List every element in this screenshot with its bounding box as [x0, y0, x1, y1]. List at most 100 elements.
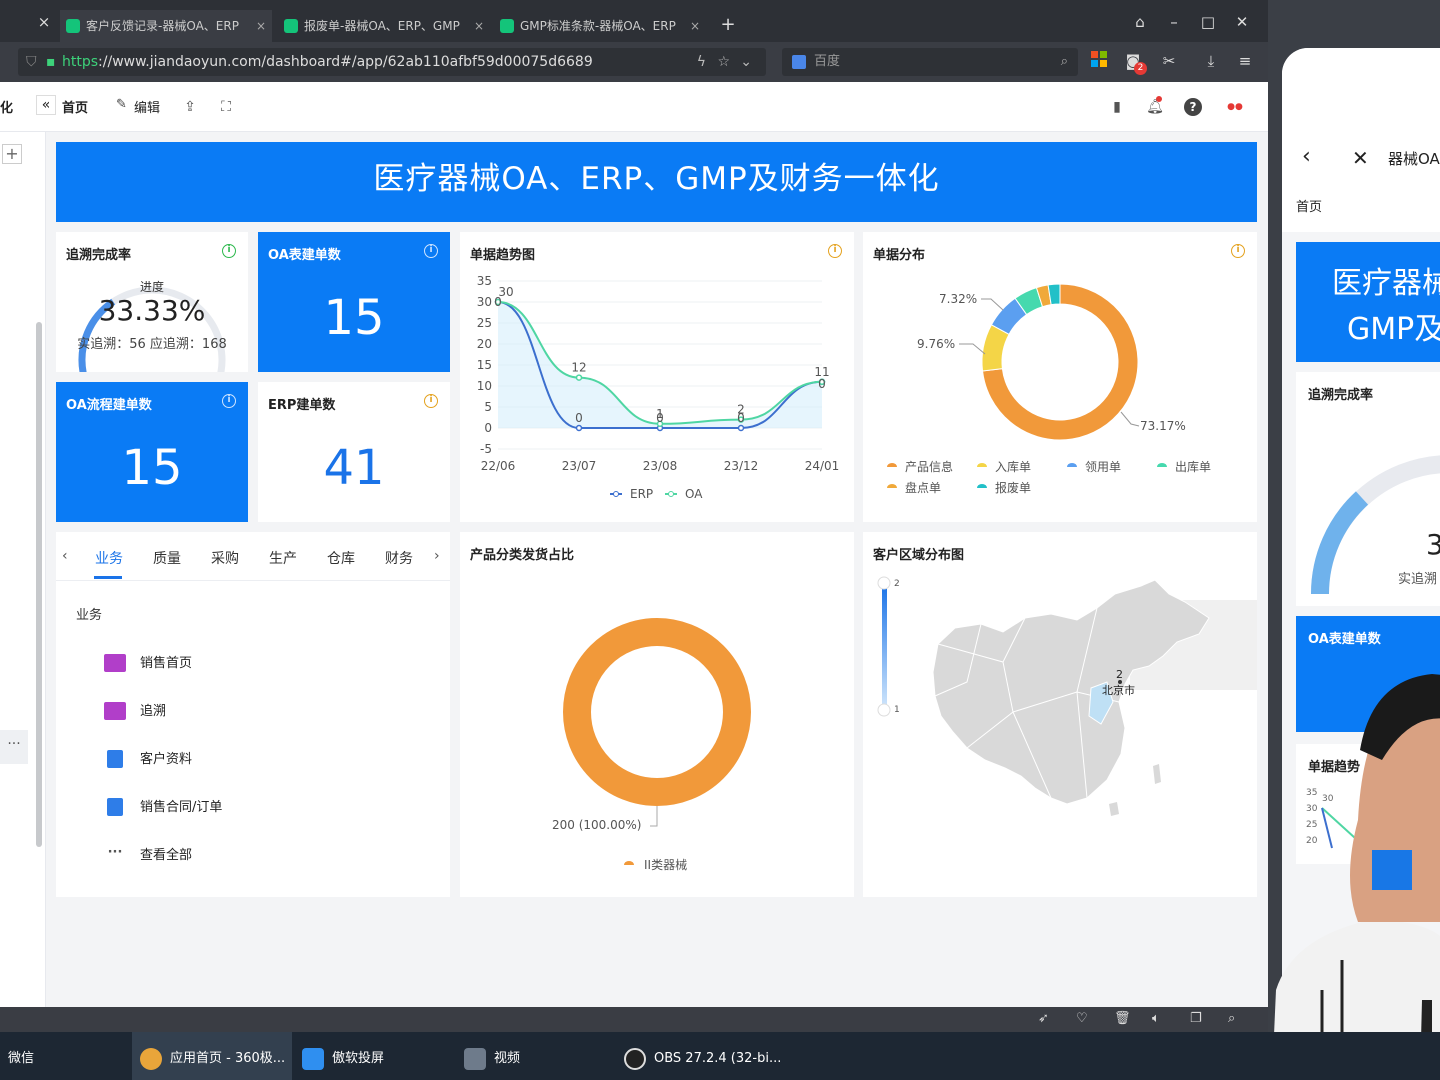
- lightning-icon[interactable]: ϟ: [697, 48, 706, 76]
- bell-icon[interactable]: 🔔︎: [1146, 96, 1164, 116]
- window-icon[interactable]: ❐: [1190, 1011, 1202, 1026]
- legend-label: 入库单: [995, 459, 1031, 474]
- distribution-chart-card[interactable]: 单据分布 i 73.17% 9.76% 7.32% 产品信息 入库单 领用单 出库单 盘点单报…: [863, 232, 1257, 522]
- x-tick-label: 24/01: [805, 459, 840, 473]
- nav-edit[interactable]: 编辑: [134, 97, 160, 116]
- chevron-left-icon[interactable]: ‹: [62, 548, 68, 564]
- info-icon[interactable]: i: [424, 244, 438, 258]
- star-icon[interactable]: ☆: [717, 48, 730, 76]
- tab-purchase[interactable]: 采购: [211, 548, 239, 568]
- browser-tab-1[interactable]: 客户反馈记录-器械OA、ERP ×: [60, 10, 272, 42]
- apps-grid: [1091, 51, 1107, 67]
- tab-warehouse[interactable]: 仓库: [327, 548, 355, 568]
- trend-line-chart[interactable]: 35 30 25 20 15 10 5 0 -5 22/06 23/07 23/08 23/12 24/0…: [460, 232, 854, 522]
- close-icon[interactable]: ✕: [1352, 146, 1369, 170]
- scale-handle-top[interactable]: [877, 576, 891, 590]
- help-icon[interactable]: ?: [1184, 98, 1202, 116]
- gauge-label: 进度: [139, 280, 164, 294]
- close-tab-icon[interactable]: ×: [34, 12, 54, 32]
- maximize-icon[interactable]: □: [1198, 12, 1218, 32]
- more-icon[interactable]: ···: [0, 730, 28, 764]
- label-leader: [650, 806, 658, 827]
- tab-finance[interactable]: 财务: [385, 548, 413, 568]
- user-avatar-icon[interactable]: ●●: [1222, 98, 1248, 116]
- apps-icon[interactable]: [1088, 50, 1110, 72]
- shirt-icon[interactable]: ⌂: [1130, 12, 1150, 32]
- taskbar-video[interactable]: 视频: [456, 1032, 616, 1080]
- visual-map-scale[interactable]: [882, 584, 887, 708]
- share-icon[interactable]: ⇪: [181, 98, 199, 116]
- tab-quality[interactable]: 质量: [153, 548, 181, 568]
- search-box[interactable]: 百度 ⌕: [782, 48, 1078, 76]
- tab-production[interactable]: 生产: [269, 548, 297, 568]
- china-mainland-shape[interactable]: [932, 579, 1210, 805]
- chevron-right-icon[interactable]: ›: [434, 548, 440, 564]
- region-map-card[interactable]: 客户区域分布图 2 1 2 北京市: [863, 532, 1257, 897]
- data-label: 0: [656, 411, 664, 425]
- add-button[interactable]: +: [2, 144, 22, 164]
- mirror-app-icon: [302, 1048, 324, 1070]
- list-item-view-all[interactable]: ··· 查看全部: [104, 844, 192, 868]
- close-window-icon[interactable]: ✕: [1232, 12, 1252, 32]
- list-item-sales-home[interactable]: 销售首页: [104, 652, 192, 676]
- product-category-card[interactable]: 产品分类发货占比 200 (100.00%) II类器械: [460, 532, 854, 897]
- slice-label: 200 (100.00%): [552, 818, 641, 832]
- taskbar-wechat[interactable]: 微信: [0, 1032, 130, 1080]
- presenter-webcam: [1272, 674, 1440, 1080]
- heart-icon[interactable]: ♡: [1076, 1011, 1088, 1026]
- legend-marker: [624, 861, 634, 865]
- section-label: 业务: [76, 608, 103, 623]
- shield-icon: ⛉: [26, 54, 37, 70]
- trash-icon[interactable]: 🗑︎: [1114, 1011, 1131, 1026]
- extension-icon[interactable]: ◙ 2: [1122, 50, 1147, 75]
- trace-completion-card[interactable]: 追溯完成率 i 进度 33.33% 实追溯：56 应追溯：168: [56, 232, 248, 372]
- oa-form-count-card[interactable]: OA表建单数 i 15: [258, 232, 450, 372]
- data-label: 0: [737, 411, 745, 425]
- taskbar-obs[interactable]: OBS 27.2.4 (32-bi...: [616, 1032, 796, 1080]
- minimize-icon[interactable]: –: [1164, 12, 1184, 32]
- beijing-value: 2: [1116, 668, 1123, 681]
- close-icon[interactable]: ×: [256, 10, 266, 42]
- distribution-donut-chart[interactable]: 73.17% 9.76% 7.32% 产品信息 入库单 领用单 出库单盘点单 报废单: [863, 232, 1257, 522]
- menu-icon[interactable]: ≡: [1234, 50, 1256, 72]
- product-donut-chart[interactable]: 200 (100.00%) II类器械: [460, 532, 854, 897]
- phone-trace-card[interactable]: 追溯完成率 3 实追溯: [1296, 372, 1440, 606]
- card-title: OA表建单数: [268, 248, 341, 263]
- chevron-down-icon[interactable]: ⌄: [740, 48, 752, 76]
- rocket-icon[interactable]: ➶: [1038, 1011, 1049, 1026]
- tab-business[interactable]: 业务: [95, 548, 123, 568]
- sidebar-scrollbar[interactable]: [36, 322, 42, 847]
- download-icon[interactable]: ⤓: [1200, 50, 1222, 72]
- taskbar-360-browser[interactable]: 应用首页 - 360极...: [132, 1032, 292, 1080]
- taskbar-screen-mirror[interactable]: 傲软投屏: [294, 1032, 454, 1080]
- browser-tab-2[interactable]: 报废单-器械OA、ERP、GMP ×: [278, 10, 490, 42]
- scale-handle-bottom[interactable]: [877, 703, 891, 717]
- info-icon[interactable]: i: [424, 394, 438, 408]
- nav-home[interactable]: 首页: [62, 97, 88, 116]
- volume-icon[interactable]: 🔈︎: [1152, 1011, 1160, 1026]
- search-icon[interactable]: ⌕: [1061, 48, 1068, 76]
- data-point-erp: [575, 424, 583, 432]
- erp-count-card[interactable]: ERP建单数 i 41: [258, 382, 450, 522]
- scissors-icon[interactable]: ✂: [1158, 50, 1180, 72]
- close-icon[interactable]: ×: [690, 10, 700, 42]
- x-tick-label: 23/12: [724, 459, 759, 473]
- info-icon[interactable]: i: [222, 394, 236, 408]
- collapse-icon[interactable]: «: [36, 95, 56, 115]
- close-icon[interactable]: ×: [474, 10, 484, 42]
- new-tab-button[interactable]: +: [718, 15, 738, 35]
- china-region-map[interactable]: 2 1 2 北京市: [863, 532, 1257, 897]
- list-item-trace[interactable]: 追溯: [104, 700, 166, 724]
- url-field[interactable]: ⛉ ▪ https://www.jiandaoyun.com/dashboard…: [18, 48, 766, 76]
- list-item-customers[interactable]: 客户资料: [104, 748, 192, 772]
- fullscreen-icon[interactable]: ⛶: [217, 98, 235, 116]
- list-item-contracts[interactable]: 销售合同/订单: [104, 796, 222, 820]
- legend-marker: [887, 484, 897, 488]
- oa-flow-count-card[interactable]: OA流程建单数 i 15: [56, 382, 248, 522]
- browser-tab-3[interactable]: GMP标准条款-器械OA、ERP ×: [494, 10, 706, 42]
- edit-icon[interactable]: ✎: [116, 97, 127, 112]
- back-icon[interactable]: ‹: [1302, 144, 1311, 169]
- trend-chart-card[interactable]: 单据趋势图 i 35 30 25 20 15 10 5 0 -5 22/06 23/07 23/08 2…: [460, 232, 854, 522]
- zoom-icon[interactable]: ⌕: [1228, 1011, 1235, 1026]
- book-icon[interactable]: ▮: [1108, 98, 1126, 116]
